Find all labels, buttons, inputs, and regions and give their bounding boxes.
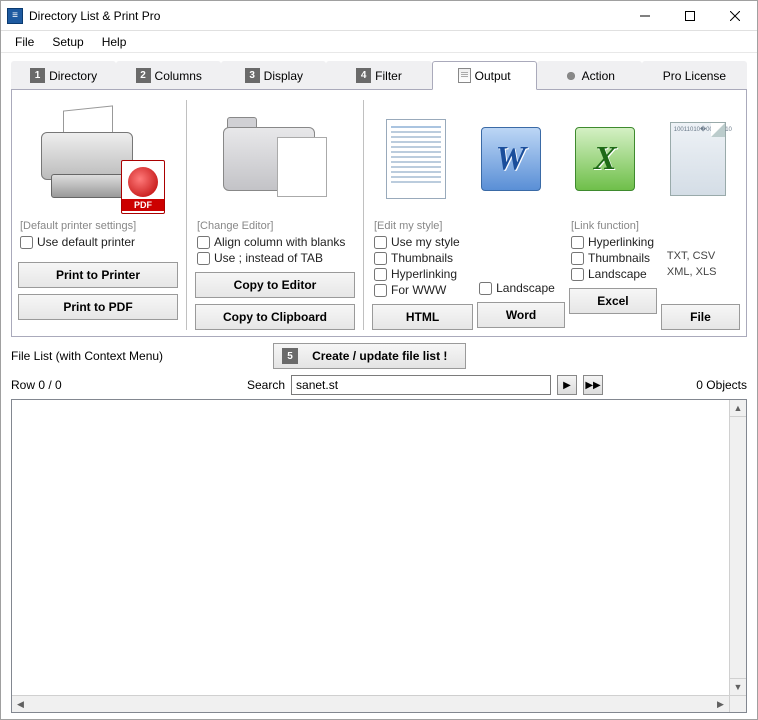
edit-my-style-label: [Edit my style]: [374, 220, 473, 232]
landscape-excel-checkbox[interactable]: Landscape: [571, 267, 657, 281]
tab-directory[interactable]: 1 Directory: [11, 61, 116, 90]
search-input[interactable]: [291, 375, 551, 395]
tab-label: Directory: [49, 69, 97, 83]
search-next-button[interactable]: ▶: [557, 375, 577, 395]
export-icon-row: W X: [372, 100, 740, 218]
window-title: Directory List & Print Pro: [29, 9, 622, 23]
editor-column: [Change Editor] Align column with blanks…: [195, 100, 355, 330]
row-counter: Row 0 / 0: [11, 378, 241, 392]
hyperlinking-checkbox[interactable]: Hyperlinking: [374, 267, 473, 281]
tab-number-icon: 2: [136, 68, 151, 83]
tab-filter[interactable]: 4 Filter: [326, 61, 431, 90]
object-count: 0 Objects: [696, 378, 747, 392]
vertical-scrollbar[interactable]: ▲ ▼: [729, 400, 746, 695]
thumbnails-checkbox[interactable]: Thumbnails: [374, 251, 473, 265]
txt-csv-hint: TXT, CSV: [661, 248, 740, 264]
use-semicolon-checkbox[interactable]: Use ; instead of TAB: [197, 251, 355, 265]
file-list-area[interactable]: ▲ ▼ ◀ ▶: [11, 399, 747, 713]
tab-strip: 1 Directory 2 Columns 3 Display 4 Filter Out…: [1, 53, 757, 90]
folder-icon: [215, 109, 335, 209]
search-last-button[interactable]: ▶▶: [583, 375, 603, 395]
divider: [186, 100, 187, 330]
align-column-checkbox[interactable]: Align column with blanks: [197, 235, 355, 249]
excel-button[interactable]: Excel: [569, 288, 657, 314]
menu-bar: File Setup Help: [1, 31, 757, 53]
word-button[interactable]: Word: [477, 302, 565, 328]
title-bar: Directory List & Print Pro: [1, 1, 757, 31]
landscape-word-checkbox[interactable]: Landscape: [479, 281, 565, 295]
divider: [363, 100, 364, 330]
hyperlinking-excel-checkbox[interactable]: Hyperlinking: [571, 235, 657, 249]
export-column: W X [Edit my style] Use my style Thumbna…: [372, 100, 740, 330]
printer-pdf-icon: [33, 104, 163, 214]
page-icon: [458, 68, 471, 83]
html-button[interactable]: HTML: [372, 304, 473, 330]
tab-label: Filter: [375, 69, 402, 83]
gear-icon: [564, 69, 578, 83]
tab-label: Columns: [155, 69, 202, 83]
scroll-left-icon[interactable]: ◀: [12, 696, 29, 712]
file-icon: [670, 122, 726, 196]
tab-display[interactable]: 3 Display: [221, 61, 326, 90]
print-to-pdf-button[interactable]: Print to PDF: [18, 294, 178, 320]
file-subcolumn: TXT, CSV XML, XLS File: [661, 218, 740, 330]
print-to-printer-button[interactable]: Print to Printer: [18, 262, 178, 288]
menu-setup[interactable]: Setup: [44, 33, 91, 51]
tab-action[interactable]: Action: [537, 61, 642, 90]
print-column: [Default printer settings] Use default p…: [18, 100, 178, 330]
xml-xls-hint: XML, XLS: [661, 264, 740, 280]
use-default-printer-checkbox[interactable]: Use default printer: [20, 235, 178, 249]
scroll-down-icon[interactable]: ▼: [730, 678, 746, 695]
search-label: Search: [247, 378, 285, 392]
horizontal-scrollbar[interactable]: ◀ ▶: [12, 695, 729, 712]
create-update-file-list-button[interactable]: 5 Create / update file list !: [273, 343, 466, 369]
html-subcolumn: [Edit my style] Use my style Thumbnails …: [372, 218, 473, 330]
html-icon: [386, 119, 446, 199]
thumbnails-excel-checkbox[interactable]: Thumbnails: [571, 251, 657, 265]
scroll-up-icon[interactable]: ▲: [730, 400, 746, 417]
file-button[interactable]: File: [661, 304, 740, 330]
close-button[interactable]: [712, 1, 757, 31]
tab-pro-license[interactable]: Pro License: [642, 61, 747, 90]
tab-label: Action: [582, 69, 615, 83]
tab-label: Pro License: [663, 69, 726, 83]
printer-icon-zone: [18, 100, 178, 218]
tab-columns[interactable]: 2 Columns: [116, 61, 221, 90]
file-list-label: File List (with Context Menu): [11, 349, 163, 363]
folder-icon-zone: [195, 100, 355, 218]
default-printer-label: [Default printer settings]: [20, 220, 178, 232]
for-www-checkbox[interactable]: For WWW: [374, 283, 473, 297]
tab-number-icon: 3: [245, 68, 260, 83]
tab-number-icon: 1: [30, 68, 45, 83]
export-options-row: [Edit my style] Use my style Thumbnails …: [372, 218, 740, 330]
scrollbar-corner: [729, 695, 746, 712]
change-editor-label: [Change Editor]: [197, 220, 355, 232]
scroll-right-icon[interactable]: ▶: [712, 696, 729, 712]
excel-icon: X: [575, 127, 635, 191]
search-row: Row 0 / 0 Search ▶ ▶▶ 0 Objects: [1, 375, 757, 399]
tab-label: Display: [264, 69, 303, 83]
word-subcolumn: Landscape Word: [477, 218, 565, 330]
maximize-button[interactable]: [667, 1, 712, 31]
copy-to-clipboard-button[interactable]: Copy to Clipboard: [195, 304, 355, 330]
excel-subcolumn: [Link function] Hyperlinking Thumbnails …: [569, 218, 657, 330]
filelist-header-row: File List (with Context Menu) 5 Create /…: [1, 343, 757, 375]
word-icon: W: [481, 127, 541, 191]
create-update-label: Create / update file list !: [312, 349, 447, 363]
tab-number-icon: 4: [356, 68, 371, 83]
link-function-label: [Link function]: [571, 220, 657, 232]
output-panel: [Default printer settings] Use default p…: [11, 90, 747, 337]
tab-label: Output: [475, 69, 511, 83]
copy-to-editor-button[interactable]: Copy to Editor: [195, 272, 355, 298]
step-number-icon: 5: [282, 348, 298, 364]
minimize-button[interactable]: [622, 1, 667, 31]
menu-file[interactable]: File: [7, 33, 42, 51]
use-my-style-checkbox[interactable]: Use my style: [374, 235, 473, 249]
tab-output[interactable]: Output: [432, 61, 537, 90]
menu-help[interactable]: Help: [94, 33, 135, 51]
app-icon: [7, 8, 23, 24]
